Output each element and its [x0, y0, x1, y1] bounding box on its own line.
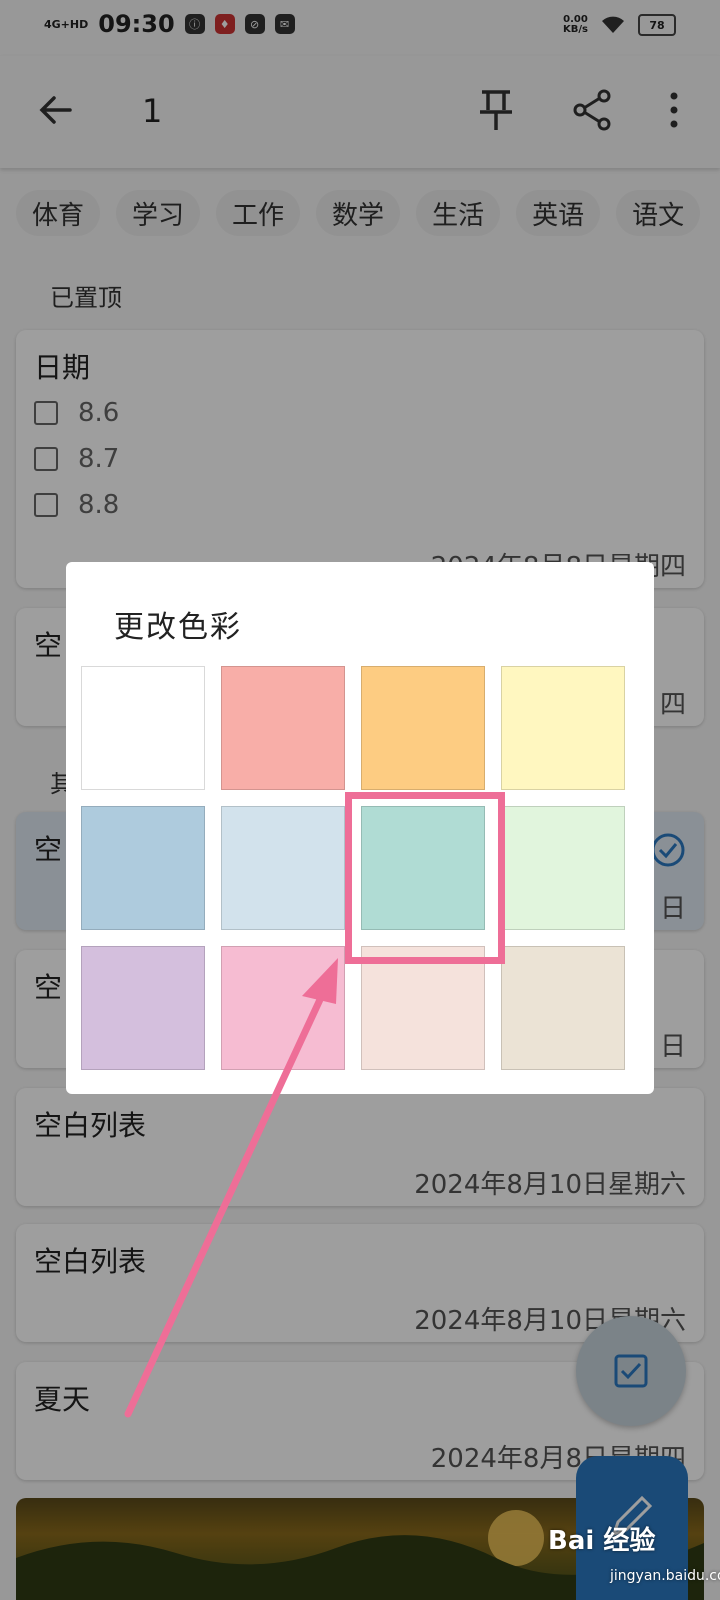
watermark-url: jingyan.baidu.com: [610, 1568, 720, 1584]
watermark-logo: Bai 经验: [548, 1526, 656, 1556]
annotation-arrow: [124, 958, 338, 1418]
